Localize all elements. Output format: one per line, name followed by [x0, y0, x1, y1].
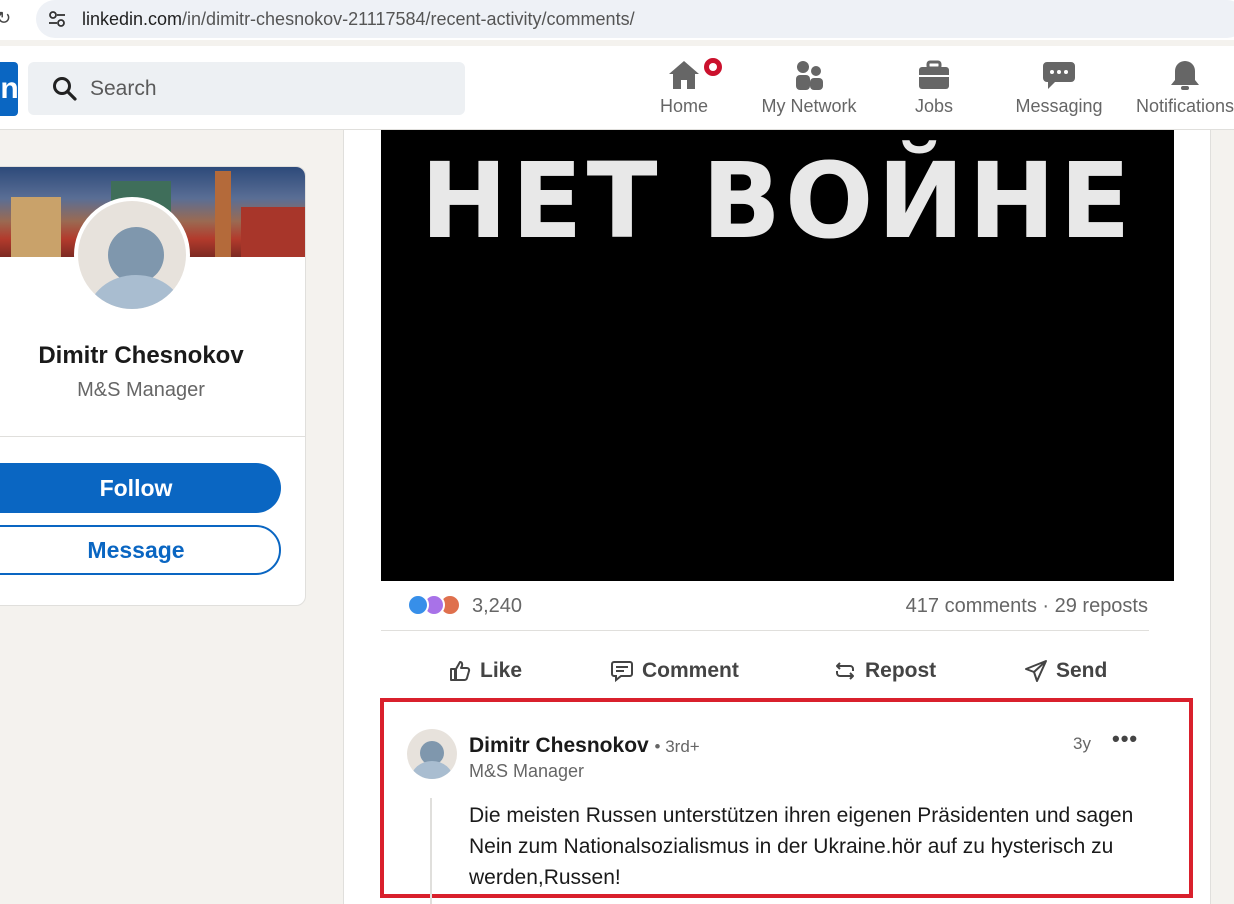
search-icon	[53, 77, 77, 101]
url-path: /in/dimitr-chesnokov-21117584/recent-act…	[182, 9, 635, 29]
site-info-icon[interactable]	[46, 8, 68, 30]
send-button[interactable]: Send	[1024, 654, 1107, 688]
message-button[interactable]: Message	[0, 525, 281, 575]
comment-author-title: M&S Manager	[469, 761, 585, 781]
comment-timestamp: 3y	[1073, 734, 1091, 753]
highlighted-comment: Dimitr Chesnokov • 3rd+ M&S Manager 3y •…	[380, 698, 1193, 904]
bell-icon	[1171, 61, 1199, 90]
like-label: Like	[480, 659, 523, 682]
comment-author-name[interactable]: Dimitr Chesnokov	[469, 734, 649, 757]
repost-button[interactable]: Repost	[833, 654, 936, 688]
network-icon	[796, 61, 823, 90]
divider	[381, 630, 1149, 631]
comment-button[interactable]: Comment	[610, 654, 739, 688]
like-button[interactable]: Like	[448, 654, 522, 688]
like-reaction-icon	[407, 594, 429, 616]
send-icon	[1025, 660, 1047, 682]
briefcase-icon	[919, 60, 949, 89]
url-domain: linkedin.com	[82, 9, 183, 29]
connection-degree: • 3rd+	[654, 737, 700, 756]
nav-notifications-label: Notifications	[1135, 96, 1234, 116]
url-text[interactable]: linkedin.com/in/dimitr-chesnokov-2111758…	[82, 9, 635, 30]
send-label: Send	[1056, 659, 1108, 682]
profile-title: M&S Manager	[77, 379, 205, 401]
nav-my-network-label: My Network	[761, 96, 857, 116]
repost-label: Repost	[865, 659, 937, 682]
nav-messaging[interactable]: Messaging	[1004, 54, 1114, 126]
linkedin-logo[interactable]: in	[0, 62, 18, 116]
nav-messaging-label: Messaging	[1015, 96, 1103, 116]
notification-badge	[702, 56, 724, 78]
home-icon	[669, 61, 699, 89]
post-image[interactable]: НЕТ ВОЙНЕ	[381, 130, 1174, 581]
comments-reposts-count[interactable]: 417 comments · 29 reposts	[906, 595, 1148, 618]
post-card: НЕТ ВОЙНЕ 3,240 417 comments · 29 repost…	[343, 130, 1211, 904]
search-bar[interactable]	[28, 62, 465, 115]
browser-toolbar: ↻ linkedin.com/in/dimitr-chesnokov-21117…	[0, 0, 1234, 40]
comment-author[interactable]: Dimitr Chesnokov • 3rd+	[469, 734, 700, 758]
chat-icon	[1043, 62, 1075, 89]
profile-card: Dimitr Chesnokov M&S Manager Follow Mess…	[0, 166, 306, 606]
comment-text: Die meisten Russen unterstützen ihren ei…	[469, 804, 1134, 889]
nav-jobs[interactable]: Jobs	[894, 54, 974, 126]
nav-notifications[interactable]: Notifications	[1130, 54, 1234, 126]
avatar[interactable]	[407, 729, 457, 779]
nav-home[interactable]: Home	[644, 54, 724, 126]
nav-jobs-label: Jobs	[914, 96, 954, 116]
avatar[interactable]	[74, 197, 190, 313]
thread-line	[430, 798, 432, 904]
comment-icon	[611, 661, 633, 683]
nav-home-label: Home	[659, 96, 708, 116]
reload-icon[interactable]: ↻	[0, 8, 11, 29]
thumbs-up-icon	[450, 661, 471, 681]
comment-label: Comment	[642, 659, 739, 682]
post-image-text: НЕТ ВОЙНЕ	[420, 140, 1135, 262]
linkedin-header: in Home My Network Jobs	[0, 46, 1234, 130]
follow-button[interactable]: Follow	[0, 463, 281, 513]
repost-icon	[836, 662, 854, 680]
profile-name[interactable]: Dimitr Chesnokov	[0, 342, 271, 370]
nav-my-network[interactable]: My Network	[754, 54, 864, 126]
divider	[0, 436, 305, 437]
search-input[interactable]	[90, 62, 450, 115]
more-options-icon[interactable]: •••	[1112, 726, 1138, 752]
address-bar[interactable]: linkedin.com/in/dimitr-chesnokov-2111758…	[36, 0, 1234, 38]
reaction-count[interactable]: 3,240	[472, 595, 522, 618]
